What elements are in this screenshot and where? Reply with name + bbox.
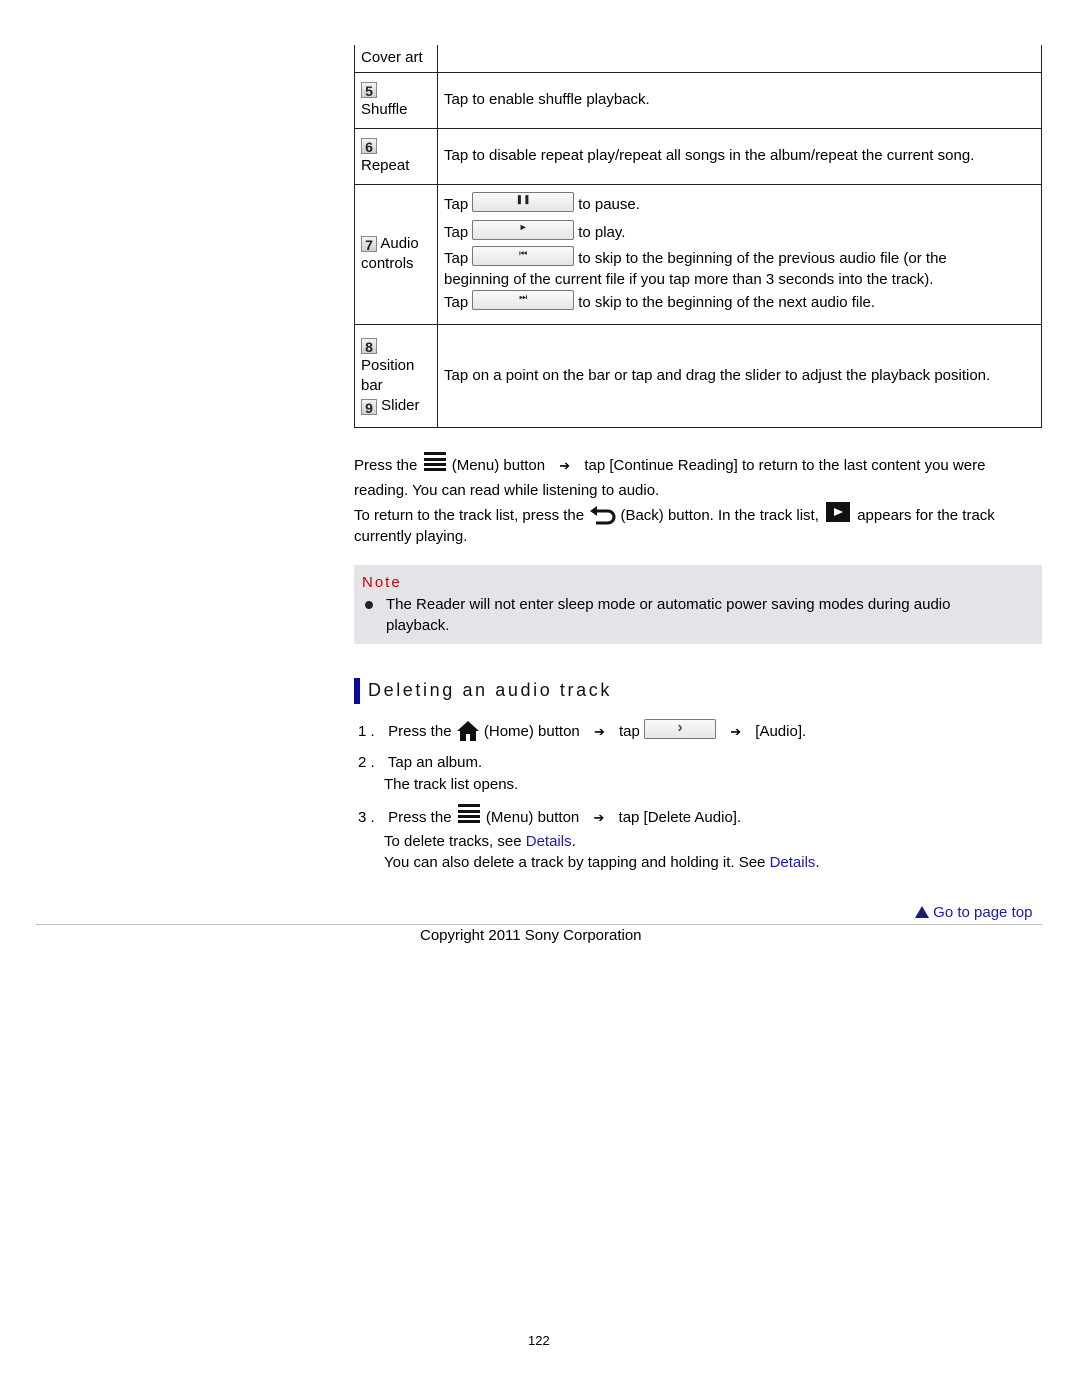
number-7-badge: 7 <box>361 236 377 253</box>
step-2: 2 . Tap an album. <box>358 754 483 771</box>
arrow-right-icon: ➔ <box>593 723 605 739</box>
home-icon <box>456 720 480 742</box>
step-3-sub-1: To delete tracks, see Details. <box>384 833 576 850</box>
repeat-label: Repeat <box>361 157 410 174</box>
section-heading: Deleting an audio track <box>368 680 612 700</box>
details-link-2[interactable]: Details <box>770 854 816 871</box>
position-bar-label-cell: 8 Position bar 9 Slider <box>354 323 438 428</box>
menu-icon <box>456 804 482 828</box>
step-2-sub: The track list opens. <box>384 776 519 793</box>
copyright: Copyright 2011 Sony Corporation <box>420 927 642 944</box>
arrow-right-icon: ➔ <box>559 458 571 473</box>
note-box: Note The Reader will not enter sleep mod… <box>354 565 1042 644</box>
step-3-sub-2: You can also delete a track by tapping a… <box>384 854 820 871</box>
previous-line-cont: beginning of the current file if you tap… <box>444 271 934 288</box>
shuffle-label: Shuffle <box>361 101 408 118</box>
continue-reading-paragraph: Press the (Menu) button ➔ tap [Continue … <box>354 452 985 506</box>
position-bar-desc: Tap on a point on the bar or tap and dra… <box>437 323 1042 428</box>
now-playing-icon <box>826 502 851 522</box>
play-line: Tap ► to play. <box>444 220 626 241</box>
pause-line: Tap ❚❚ to pause. <box>444 192 640 213</box>
arrow-right-icon: ➔ <box>593 810 605 825</box>
cover-art-label: Cover art <box>354 45 438 73</box>
back-paragraph: To return to the track list, press the (… <box>354 502 995 547</box>
number-9-badge: 9 <box>361 399 377 416</box>
shuffle-desc: Tap to enable shuffle playback. <box>437 71 1042 129</box>
audio-label: Audio <box>380 235 419 252</box>
position-bar-label: Position bar <box>361 356 415 394</box>
number-8-badge: 8 <box>361 337 377 355</box>
play-icon: ► <box>472 220 575 240</box>
slider-label: Slider <box>381 396 420 414</box>
heading-bar-icon <box>354 678 360 704</box>
divider <box>36 924 1042 925</box>
repeat-desc: Tap to disable repeat play/repeat all so… <box>437 127 1042 185</box>
note-title: Note <box>362 574 402 591</box>
cover-art-desc <box>437 45 1042 73</box>
number-5-badge: 5 <box>361 82 377 99</box>
step-3: 3 . Press the (Menu) button ➔ tap [Delet… <box>358 804 741 828</box>
menu-icon <box>422 452 448 476</box>
details-link-1[interactable]: Details <box>526 833 572 850</box>
step-1: 1 . Press the (Home) button ➔ tap › ➔ [A… <box>358 719 806 742</box>
controls-label: controls <box>361 255 414 272</box>
pause-icon: ❚❚ <box>472 192 575 212</box>
page-number: 122 <box>528 1333 550 1348</box>
next-line: Tap ⏭ to skip to the beginning of the ne… <box>444 290 876 311</box>
previous-track-icon: ⏮ <box>472 246 575 266</box>
controls-table: Cover art 5 Shuffle Tap to enable shuffl… <box>354 45 1042 428</box>
number-6-badge: 6 <box>361 138 377 155</box>
shuffle-label-cell: 5 Shuffle <box>354 71 438 129</box>
previous-line: Tap ⏮ to skip to the beginning of the pr… <box>444 246 947 267</box>
note-text: The Reader will not enter sleep mode or … <box>386 596 951 634</box>
bullet-icon <box>365 601 373 609</box>
repeat-label-cell: 6 Repeat <box>354 127 438 185</box>
triangle-up-icon <box>915 906 929 918</box>
chevron-right-icon: › <box>644 719 717 739</box>
arrow-right-icon: ➔ <box>730 723 742 739</box>
next-track-icon: ⏭ <box>472 290 575 310</box>
audio-controls-desc: Tap ❚❚ to pause. Tap ► to play. Tap ⏮ to… <box>437 183 1042 325</box>
back-icon <box>588 506 616 526</box>
go-to-page-top-link[interactable]: Go to page top <box>915 904 1032 921</box>
audio-controls-label-cell: 7 Audio controls <box>354 183 438 325</box>
